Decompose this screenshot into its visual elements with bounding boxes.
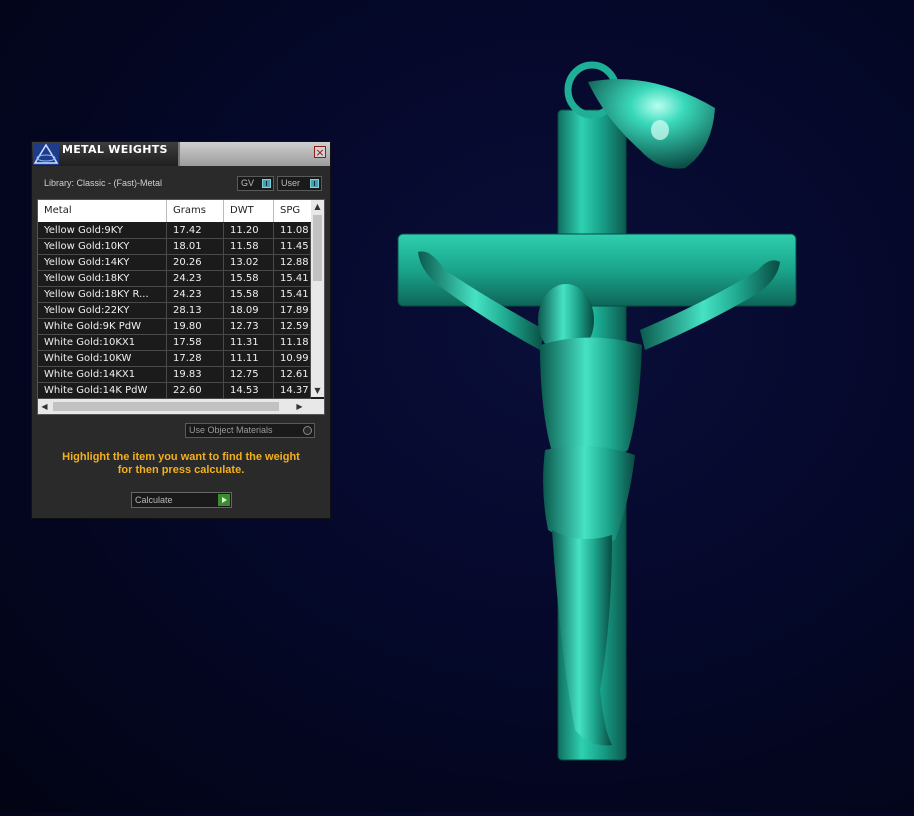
title-tab: METAL WEIGHTS	[32, 142, 180, 166]
table-row[interactable]: Yellow Gold:10KY 18.01 11.58 11.45	[38, 239, 311, 255]
user-toggle-label: User	[281, 178, 301, 188]
cell-spg: 11.08	[274, 223, 311, 238]
cell-dwt: 18.09	[224, 303, 274, 318]
column-header-metal[interactable]: Metal	[38, 200, 167, 222]
play-arrow-icon	[218, 494, 230, 506]
column-header-dwt[interactable]: DWT	[224, 200, 274, 222]
cell-grams: 19.83	[167, 367, 224, 382]
cell-dwt: 15.58	[224, 287, 274, 302]
cell-spg: 11.45	[274, 239, 311, 254]
horizontal-scroll-thumb[interactable]	[53, 402, 279, 411]
cell-spg: 12.61	[274, 367, 311, 382]
toggle-switch-icon	[310, 179, 319, 188]
use-object-materials-label: Use Object Materials	[189, 425, 273, 435]
cell-dwt: 11.31	[224, 335, 274, 350]
vertical-scroll-thumb[interactable]	[313, 215, 322, 281]
cell-grams: 22.60	[167, 383, 224, 398]
horizontal-scrollbar[interactable]: ◀ ▶	[38, 399, 324, 414]
cell-grams: 17.42	[167, 223, 224, 238]
cell-metal: Yellow Gold:18KY	[38, 271, 167, 286]
table-row[interactable]: Yellow Gold:18KY R... 24.23 15.58 15.41	[38, 287, 311, 303]
cell-grams: 17.58	[167, 335, 224, 350]
instruction-text: Highlight the item you want to find the …	[42, 451, 320, 477]
cell-metal: Yellow Gold:18KY R...	[38, 287, 167, 302]
table-row[interactable]: White Gold:14K PdW 22.60 14.53 14.37	[38, 383, 311, 399]
cell-spg: 12.59	[274, 319, 311, 334]
metal-table: Metal Grams DWT SPG Yellow Gold:9KY 17.42…	[37, 199, 325, 415]
gv-toggle[interactable]: GV	[237, 176, 274, 191]
toggle-switch-icon	[262, 179, 271, 188]
cell-dwt: 11.58	[224, 239, 274, 254]
column-header-spg[interactable]: SPG	[274, 200, 311, 222]
calculate-label: Calculate	[135, 495, 173, 505]
cell-grams: 20.26	[167, 255, 224, 270]
vertical-scrollbar[interactable]: ▲ ▼	[311, 200, 324, 397]
cell-metal: White Gold:10KX1	[38, 335, 167, 350]
table-row[interactable]: White Gold:10KW 17.28 11.11 10.99	[38, 351, 311, 367]
cell-grams: 18.01	[167, 239, 224, 254]
table-row[interactable]: Yellow Gold:22KY 28.13 18.09 17.89	[38, 303, 311, 319]
cell-dwt: 11.11	[224, 351, 274, 366]
gv-toggle-label: GV	[241, 178, 255, 188]
cell-dwt: 13.02	[224, 255, 274, 270]
user-toggle[interactable]: User	[277, 176, 322, 191]
cell-metal: White Gold:14K PdW	[38, 383, 167, 398]
use-object-materials-option[interactable]: Use Object Materials	[185, 423, 315, 438]
table-body: Yellow Gold:9KY 17.42 11.20 11.08 Yellow Gol…	[38, 223, 311, 399]
scroll-right-icon[interactable]: ▶	[293, 399, 306, 414]
column-header-grams[interactable]: Grams	[167, 200, 224, 222]
cell-dwt: 12.75	[224, 367, 274, 382]
cell-metal: Yellow Gold:10KY	[38, 239, 167, 254]
calculate-button[interactable]: Calculate	[131, 492, 232, 508]
cell-spg: 17.89	[274, 303, 311, 318]
cell-spg: 14.37	[274, 383, 311, 398]
panel-title: METAL WEIGHTS	[62, 143, 168, 156]
cell-metal: White Gold:10KW	[38, 351, 167, 366]
cell-dwt: 14.53	[224, 383, 274, 398]
cell-grams: 17.28	[167, 351, 224, 366]
scroll-up-icon[interactable]: ▲	[311, 200, 324, 213]
cell-grams: 28.13	[167, 303, 224, 318]
cell-metal: Yellow Gold:14KY	[38, 255, 167, 270]
panel-titlebar[interactable]: METAL WEIGHTS ×	[32, 142, 330, 166]
cell-dwt: 12.73	[224, 319, 274, 334]
instruction-line-1: Highlight the item you want to find the …	[62, 451, 300, 463]
table-header: Metal Grams DWT SPG	[38, 200, 311, 222]
instruction-line-2: for then press calculate.	[117, 464, 245, 476]
cell-metal: Yellow Gold:22KY	[38, 303, 167, 318]
cell-metal: White Gold:14KX1	[38, 367, 167, 382]
table-row[interactable]: White Gold:9K PdW 19.80 12.73 12.59	[38, 319, 311, 335]
library-label: Library: Classic - (Fast)-Metal	[44, 178, 163, 188]
cell-grams: 24.23	[167, 271, 224, 286]
cell-grams: 19.80	[167, 319, 224, 334]
cell-spg: 15.41	[274, 271, 311, 286]
cell-spg: 10.99	[274, 351, 311, 366]
cell-metal: White Gold:9K PdW	[38, 319, 167, 334]
cell-spg: 12.88	[274, 255, 311, 270]
scroll-left-icon[interactable]: ◀	[38, 399, 51, 414]
app-logo-icon	[33, 143, 59, 165]
table-row[interactable]: White Gold:10KX1 17.58 11.31 11.18	[38, 335, 311, 351]
cell-spg: 11.18	[274, 335, 311, 350]
cell-grams: 24.23	[167, 287, 224, 302]
cell-dwt: 11.20	[224, 223, 274, 238]
cell-metal: Yellow Gold:9KY	[38, 223, 167, 238]
table-row[interactable]: Yellow Gold:18KY 24.23 15.58 15.41	[38, 271, 311, 287]
close-button[interactable]: ×	[314, 146, 326, 158]
scroll-down-icon[interactable]: ▼	[311, 384, 324, 397]
metal-weights-panel: METAL WEIGHTS × Library: Classic - (Fast…	[31, 141, 331, 519]
cell-spg: 15.41	[274, 287, 311, 302]
table-row[interactable]: White Gold:14KX1 19.83 12.75 12.61	[38, 367, 311, 383]
table-row[interactable]: Yellow Gold:14KY 20.26 13.02 12.88	[38, 255, 311, 271]
cell-dwt: 15.58	[224, 271, 274, 286]
table-row[interactable]: Yellow Gold:9KY 17.42 11.20 11.08	[38, 223, 311, 239]
radio-icon[interactable]	[303, 426, 312, 435]
